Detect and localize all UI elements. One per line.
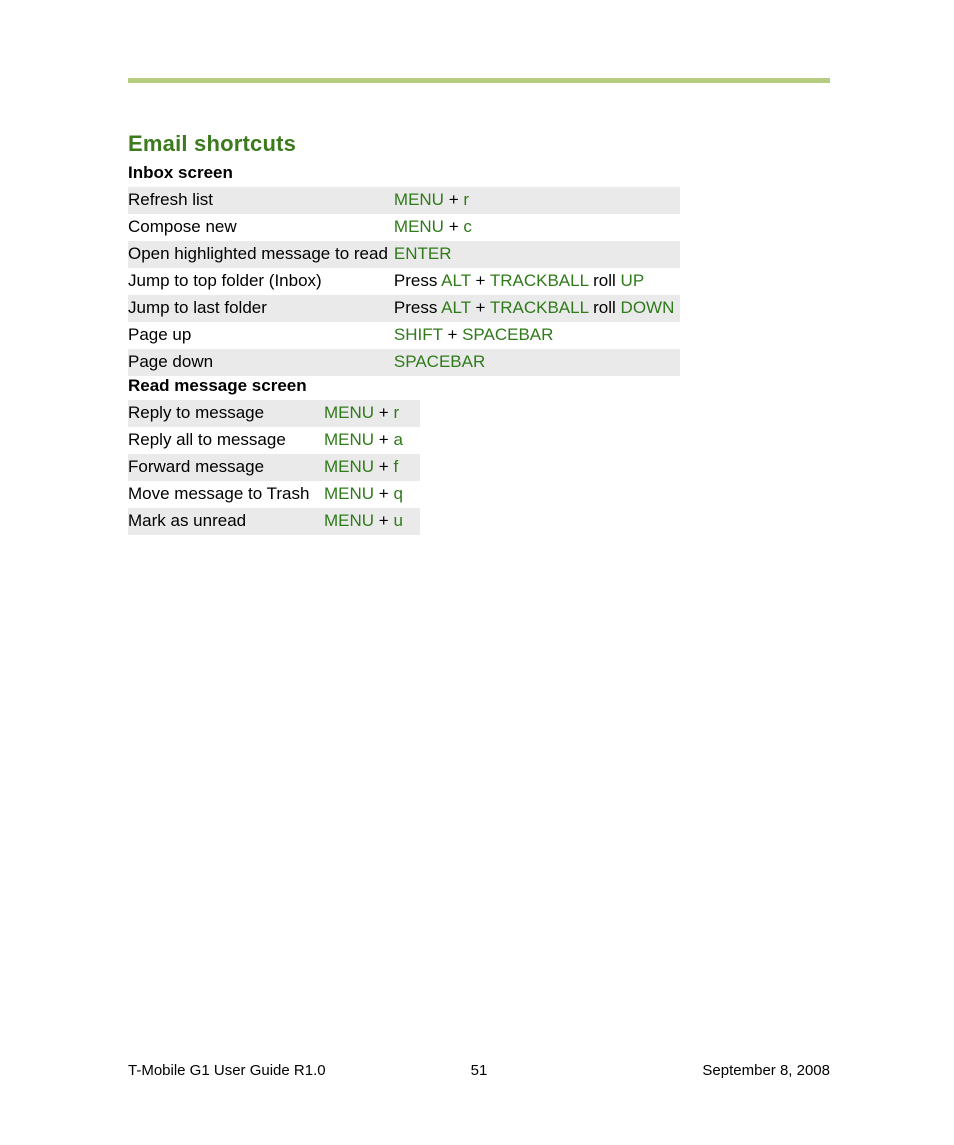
footer-date: September 8, 2008 (702, 1062, 830, 1079)
shortcut-keys: SHIFT + SPACEBAR (394, 322, 680, 349)
key-token: SHIFT (394, 325, 443, 344)
plus-token: + (444, 217, 463, 236)
table-row: Mark as unreadMENU + u (128, 508, 420, 535)
table-row: Reply to messageMENU + r (128, 400, 420, 427)
plus-token: + (374, 484, 393, 503)
shortcut-keys: SPACEBAR (394, 349, 680, 376)
section-title: Email shortcuts (128, 131, 826, 157)
key-token: r (393, 403, 399, 422)
key-token: MENU (324, 511, 374, 530)
shortcut-action: Open highlighted message to read (128, 241, 394, 268)
shortcut-action: Reply all to message (128, 427, 324, 454)
shortcut-keys: ENTER (394, 241, 680, 268)
text-token: roll (588, 271, 620, 290)
plus-token: + (471, 298, 490, 317)
shortcut-action: Refresh list (128, 187, 394, 214)
text-token: roll (588, 298, 620, 317)
key-token: MENU (324, 457, 374, 476)
table-row: Refresh listMENU + r (128, 187, 680, 214)
shortcut-keys: MENU + r (394, 187, 680, 214)
key-token: MENU (394, 217, 444, 236)
shortcut-action: Move message to Trash (128, 481, 324, 508)
plus-token: + (374, 430, 393, 449)
table-row: Reply all to messageMENU + a (128, 427, 420, 454)
key-token: c (463, 217, 472, 236)
text-token: Press (394, 298, 441, 317)
key-token: a (393, 430, 402, 449)
shortcut-keys: Press ALT + TRACKBALL roll UP (394, 268, 680, 295)
shortcut-action: Mark as unread (128, 508, 324, 535)
shortcut-action: Page up (128, 322, 394, 349)
table-row: Forward messageMENU + f (128, 454, 420, 481)
key-token: f (393, 457, 398, 476)
table-row: Open highlighted message to readENTER (128, 241, 680, 268)
shortcut-keys: MENU + q (324, 481, 420, 508)
inbox-shortcuts-table: Refresh listMENU + rCompose newMENU + cO… (128, 187, 680, 376)
table-row: Jump to top folder (Inbox)Press ALT + TR… (128, 268, 680, 295)
key-token: r (463, 190, 469, 209)
table-row: Compose newMENU + c (128, 214, 680, 241)
plus-token: + (471, 271, 490, 290)
shortcut-keys: MENU + u (324, 508, 420, 535)
key-token: TRACKBALL (490, 271, 589, 290)
key-token: SPACEBAR (462, 325, 553, 344)
shortcut-action: Compose new (128, 214, 394, 241)
key-token: SPACEBAR (394, 352, 485, 371)
shortcut-keys: MENU + a (324, 427, 420, 454)
shortcut-action: Jump to last folder (128, 295, 394, 322)
inbox-screen-title: Inbox screen (128, 163, 826, 183)
table-row: Jump to last folderPress ALT + TRACKBALL… (128, 295, 680, 322)
shortcut-action: Forward message (128, 454, 324, 481)
key-token: u (393, 511, 402, 530)
key-token: ALT (441, 271, 471, 290)
plus-token: + (374, 403, 393, 422)
key-token: DOWN (621, 298, 675, 317)
header-rule (128, 78, 830, 83)
shortcut-keys: MENU + c (394, 214, 680, 241)
key-token: TRACKBALL (490, 298, 589, 317)
key-token: MENU (394, 190, 444, 209)
plus-token: + (443, 325, 462, 344)
table-row: Move message to TrashMENU + q (128, 481, 420, 508)
key-token: ALT (441, 298, 471, 317)
shortcut-keys: MENU + f (324, 454, 420, 481)
key-token: UP (621, 271, 645, 290)
key-token: ENTER (394, 244, 452, 263)
key-token: MENU (324, 484, 374, 503)
key-token: MENU (324, 403, 374, 422)
shortcut-keys: Press ALT + TRACKBALL roll DOWN (394, 295, 680, 322)
text-token: Press (394, 271, 441, 290)
plus-token: + (444, 190, 463, 209)
key-token: q (393, 484, 402, 503)
table-row: Page downSPACEBAR (128, 349, 680, 376)
plus-token: + (374, 511, 393, 530)
shortcut-keys: MENU + r (324, 400, 420, 427)
table-row: Page upSHIFT + SPACEBAR (128, 322, 680, 349)
shortcut-action: Reply to message (128, 400, 324, 427)
read-message-screen-title: Read message screen (128, 376, 826, 396)
read-shortcuts-table: Reply to messageMENU + rReply all to mes… (128, 400, 420, 535)
key-token: MENU (324, 430, 374, 449)
plus-token: + (374, 457, 393, 476)
shortcut-action: Page down (128, 349, 394, 376)
shortcut-action: Jump to top folder (Inbox) (128, 268, 394, 295)
